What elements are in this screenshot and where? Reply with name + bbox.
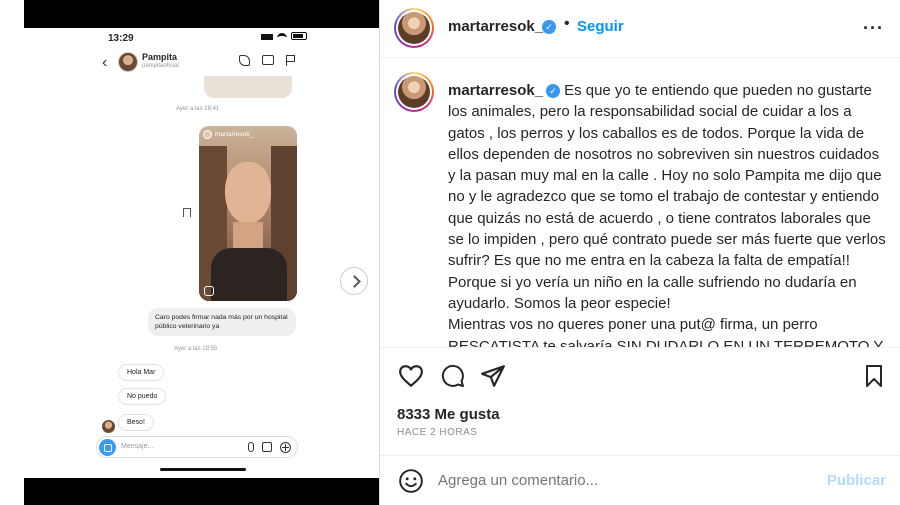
flag-icon xyxy=(286,55,295,66)
reel-icon xyxy=(204,286,214,296)
like-count[interactable]: 8333 Me gusta xyxy=(397,406,500,423)
status-time: 13:29 xyxy=(108,33,134,44)
message-timestamp: Ayer a las 18:41 xyxy=(176,106,220,112)
caption: martarresok_ ✓ Es que yo te entiendo que p… xyxy=(448,80,888,348)
message-timestamp: Ayer a las 19:55 xyxy=(174,346,218,352)
wifi-icon xyxy=(277,32,287,40)
caption-area[interactable]: martarresok_ ✓ Es que yo te entiendo que p… xyxy=(380,58,900,348)
bookmark-small-icon xyxy=(181,208,191,218)
battery-icon xyxy=(291,32,307,40)
heart-icon[interactable] xyxy=(398,364,424,388)
back-icon: ‹ xyxy=(102,54,108,71)
dm-screenshot: 13:29 ‹ Pampita pampitaoficial Ayer a la… xyxy=(24,28,379,478)
avatar-image xyxy=(398,12,430,44)
caption-avatar[interactable] xyxy=(394,72,434,112)
post-actions xyxy=(380,358,900,394)
shared-post-preview: martarresok_ xyxy=(199,126,297,301)
status-icons xyxy=(261,32,307,40)
caption-text: Es que yo te entiendo que pueden no gust… xyxy=(448,82,886,312)
shared-post-user: martarresok_ xyxy=(215,131,254,138)
author-avatar[interactable] xyxy=(394,8,434,48)
photo-face xyxy=(225,162,271,224)
post-media[interactable]: 13:29 ‹ Pampita pampitaoficial Ayer a la… xyxy=(24,0,379,505)
chat-handle: pampitaoficial xyxy=(142,63,179,69)
emoji-icon[interactable] xyxy=(398,468,424,494)
caption-username[interactable]: martarresok_ xyxy=(448,82,543,99)
chat-header: ‹ Pampita pampitaoficial xyxy=(24,50,379,76)
camera-icon xyxy=(99,439,116,456)
verified-icon: ✓ xyxy=(542,20,556,34)
phone-icon xyxy=(239,55,250,66)
avatar-image xyxy=(398,76,430,108)
gallery-icon xyxy=(262,442,272,452)
post-panel: martarresok_ ✓ • Seguir ··· martarresok_… xyxy=(379,0,900,505)
previous-media-bubble xyxy=(204,76,292,98)
post-header: martarresok_ ✓ • Seguir ··· xyxy=(380,0,900,58)
outgoing-message: Caro podes firmar nada más por un hospit… xyxy=(148,308,296,336)
signal-icon xyxy=(261,32,273,40)
instagram-post-view: 13:29 ‹ Pampita pampitaoficial Ayer a la… xyxy=(0,0,900,505)
incoming-message: Hola Mar xyxy=(118,364,165,381)
chat-name: Pampita xyxy=(142,52,178,62)
comment-input[interactable] xyxy=(438,472,798,489)
chat-avatar xyxy=(118,52,138,72)
microphone-icon xyxy=(248,442,254,452)
follow-button[interactable]: Seguir xyxy=(577,18,624,35)
composer-icons xyxy=(248,442,291,453)
plus-icon xyxy=(280,442,291,453)
incoming-message: Beso! xyxy=(118,414,154,431)
comment-icon[interactable] xyxy=(440,364,466,388)
home-indicator xyxy=(160,468,246,471)
publish-button[interactable]: Publicar xyxy=(827,472,886,489)
shared-post-header: martarresok_ xyxy=(203,130,253,139)
incoming-message: No puedo xyxy=(118,388,167,405)
video-icon xyxy=(262,55,274,65)
photo-detail xyxy=(211,248,287,301)
bookmark-icon[interactable] xyxy=(862,364,886,388)
comment-bar: Publicar xyxy=(380,455,900,505)
composer-placeholder: Mensaje... xyxy=(121,443,154,450)
message-composer: Mensaje... xyxy=(96,436,298,458)
chevron-right-icon[interactable] xyxy=(340,267,368,295)
post-time[interactable]: HACE 2 HORAS xyxy=(397,427,477,438)
status-bar: 13:29 xyxy=(24,28,379,48)
share-icon[interactable] xyxy=(480,363,506,389)
sender-avatar xyxy=(102,420,115,433)
chat-actions xyxy=(239,55,295,66)
separator-dot: • xyxy=(564,15,570,32)
caption-text-continued: Mientras vos no queres poner una put@ fi… xyxy=(448,316,884,348)
verified-icon: ✓ xyxy=(546,84,561,98)
author-username[interactable]: martarresok_ xyxy=(448,18,543,35)
more-icon[interactable]: ··· xyxy=(863,18,884,39)
shared-avatar xyxy=(203,130,212,139)
